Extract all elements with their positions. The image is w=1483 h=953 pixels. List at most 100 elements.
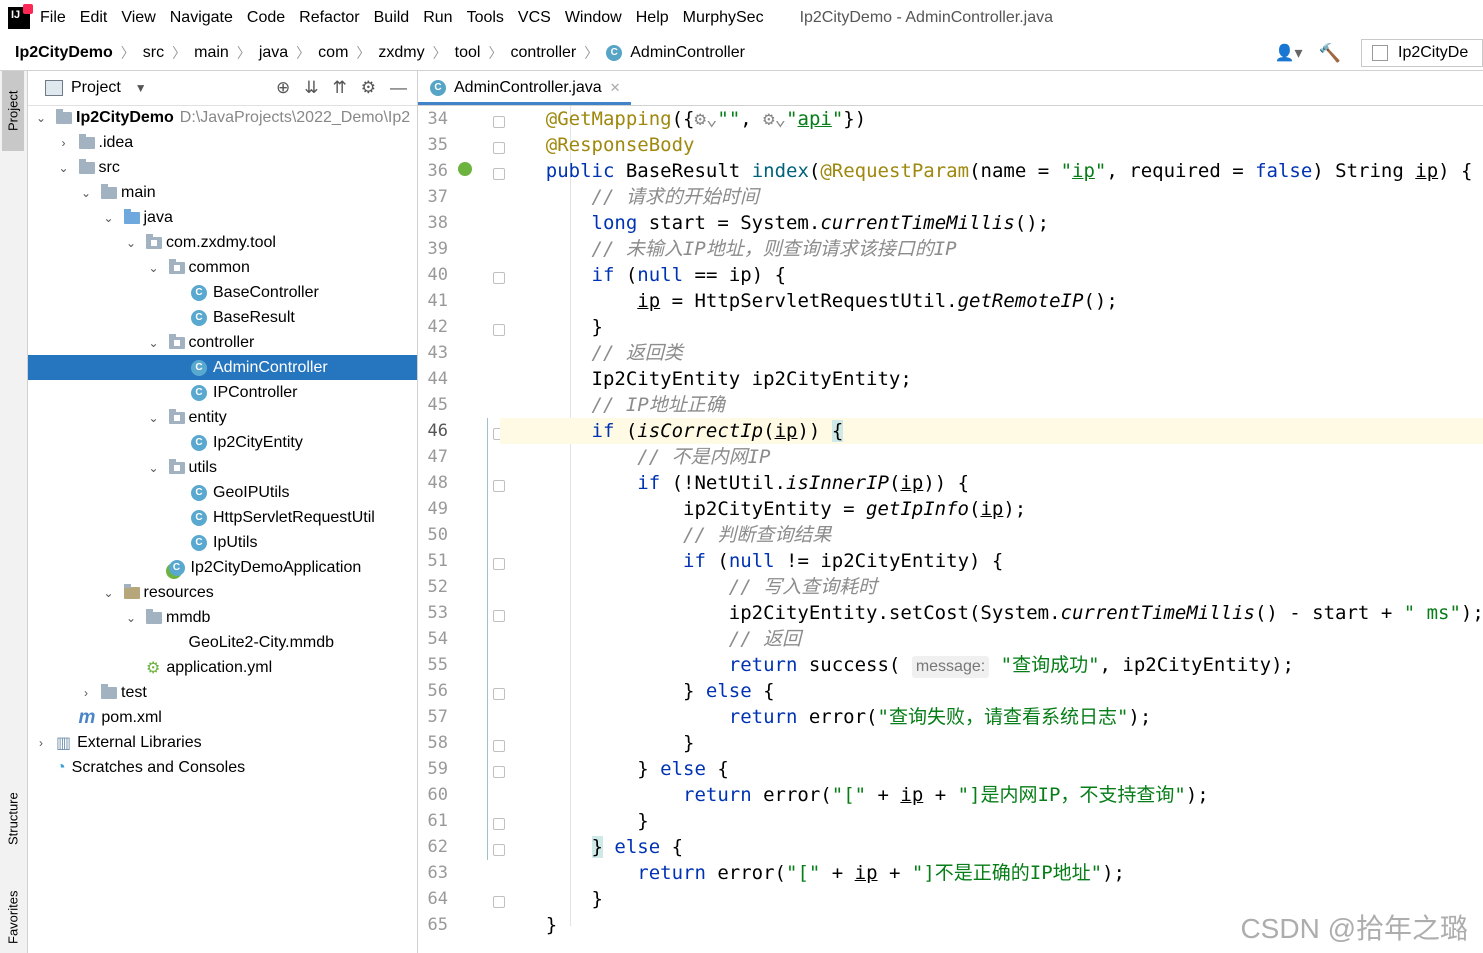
- stripe-tab-project[interactable]: Project: [2, 71, 24, 151]
- tree-item-com-zxdmy-tool[interactable]: ⌄ com.zxdmy.tool: [28, 230, 417, 255]
- breadcrumb-current[interactable]: AdminController: [630, 44, 745, 62]
- tree-item-controller[interactable]: ⌄ controller: [28, 330, 417, 355]
- menu-edit[interactable]: Edit: [80, 9, 108, 27]
- project-view-icon: [45, 80, 63, 96]
- chevron-down-icon[interactable]: ⌄: [147, 461, 161, 475]
- chevron-down-icon[interactable]: ⌄: [79, 186, 93, 200]
- spring-endpoint-icon[interactable]: [458, 162, 472, 176]
- project-root-path: D:\JavaProjects\2022_Demo\Ip2: [179, 108, 411, 126]
- menu-vcs[interactable]: VCS: [518, 9, 551, 27]
- stripe-project-label: Project: [5, 90, 21, 132]
- project-view-select[interactable]: Project: [71, 79, 121, 97]
- stripe-tab-structure[interactable]: Structure: [2, 776, 24, 861]
- tree-item-geolite2-city-mmdb[interactable]: GeoLite2-City.mmdb: [28, 630, 417, 655]
- chevron-down-icon[interactable]: ⌄: [147, 336, 161, 350]
- breadcrumb-controller[interactable]: controller: [510, 44, 576, 62]
- code-line: // 返回: [728, 628, 802, 650]
- breadcrumb-project[interactable]: Ip2CityDemo: [15, 44, 113, 62]
- chevron-down-icon[interactable]: ▼: [135, 81, 147, 95]
- menu-help[interactable]: Help: [636, 9, 669, 27]
- menu-window[interactable]: Window: [565, 9, 622, 27]
- hide-icon[interactable]: —: [390, 78, 407, 98]
- breadcrumb-tool[interactable]: tool: [455, 44, 481, 62]
- chevron-down-icon[interactable]: ⌄: [124, 611, 138, 625]
- tree-item-external-libraries[interactable]: › ▥ External Libraries: [28, 730, 417, 755]
- chevron-down-icon[interactable]: ⌄: [34, 111, 48, 125]
- tree-item-application-yml[interactable]: ⚙ application.yml: [28, 655, 417, 680]
- tree-item-utils[interactable]: ⌄ utils: [28, 455, 417, 480]
- code-line: }: [500, 316, 603, 338]
- run-config-select[interactable]: Ip2CityDe: [1361, 39, 1483, 67]
- tree-item-test[interactable]: › test: [28, 680, 417, 705]
- code-line: @GetMapping({⚙⌄"", ⚙⌄"api"}): [545, 108, 867, 130]
- tree-item-ipcontroller[interactable]: C IPController: [28, 380, 417, 405]
- expand-all-icon[interactable]: ⇊: [304, 78, 318, 98]
- tree-item-baseresult[interactable]: C BaseResult: [28, 305, 417, 330]
- class-icon: C: [191, 509, 207, 526]
- tree-item-label: HttpServletRequestUtil: [213, 508, 375, 526]
- chevron-down-icon[interactable]: ⌄: [102, 586, 116, 600]
- menu-code[interactable]: Code: [247, 9, 285, 27]
- tree-item-mmdb[interactable]: ⌄ mmdb: [28, 605, 417, 630]
- code-line: public BaseResult index(@RequestParam(na…: [545, 160, 1473, 182]
- tree-item-resources[interactable]: ⌄ resources: [28, 580, 417, 605]
- chevron-down-icon[interactable]: ⌄: [147, 411, 161, 425]
- line-number: 50: [427, 525, 448, 545]
- close-icon[interactable]: ✕: [610, 80, 621, 96]
- tree-item-geoiputils[interactable]: C GeoIPUtils: [28, 480, 417, 505]
- tree-item-label: Scratches and Consoles: [71, 758, 246, 776]
- tree-item-main[interactable]: ⌄ main: [28, 180, 417, 205]
- collapse-all-icon[interactable]: ⇈: [333, 78, 347, 98]
- menu-refactor[interactable]: Refactor: [299, 9, 359, 27]
- build-hammer-icon[interactable]: 🔨: [1319, 43, 1341, 64]
- tree-item-ip2citydemo[interactable]: ⌄ Ip2CityDemo D:\JavaProjects\2022_Demo\Ip…: [28, 105, 417, 130]
- tree-item-scratches-and-consoles[interactable]: ◔ Scratches and Consoles: [28, 755, 417, 780]
- breadcrumb-zxdmy[interactable]: zxdmy: [378, 44, 424, 62]
- chevron-down-icon[interactable]: ⌄: [124, 236, 138, 250]
- tab-admincontroller[interactable]: C AdminController.java ✕: [418, 73, 631, 105]
- chevron-down-icon[interactable]: ⌄: [57, 161, 71, 175]
- tree-item-src[interactable]: ⌄ src: [28, 155, 417, 180]
- tree-item-admincontroller[interactable]: C AdminController: [28, 355, 417, 380]
- tree-item-label: External Libraries: [77, 733, 202, 751]
- tree-item-iputils[interactable]: C IpUtils: [28, 530, 417, 555]
- editor: C AdminController.java ✕ 34 35 36 37 38 39 40 4…: [418, 71, 1483, 953]
- tree-item-java[interactable]: ⌄ java: [28, 205, 417, 230]
- menu-build[interactable]: Build: [374, 9, 410, 27]
- line-number: 65: [427, 915, 448, 935]
- tree-item-entity[interactable]: ⌄ entity: [28, 405, 417, 430]
- menu-run[interactable]: Run: [423, 9, 452, 27]
- menu-navigate[interactable]: Navigate: [170, 9, 233, 27]
- menu-file[interactable]: File: [40, 9, 66, 27]
- tree-item-basecontroller[interactable]: C BaseController: [28, 280, 417, 305]
- tree-item-common[interactable]: ⌄ common: [28, 255, 417, 280]
- menu-tools[interactable]: Tools: [467, 9, 504, 27]
- breadcrumb-src[interactable]: src: [143, 44, 164, 62]
- tree-item-ip2cityentity[interactable]: C Ip2CityEntity: [28, 430, 417, 455]
- gear-icon[interactable]: ⚙: [361, 78, 376, 98]
- tree-item-ip2citydemoapplication[interactable]: C Ip2CityDemoApplication: [28, 555, 417, 580]
- menu-view[interactable]: View: [121, 9, 155, 27]
- code-line: // 返回类: [591, 342, 683, 364]
- chevron-down-icon[interactable]: ⌄: [102, 211, 116, 225]
- chevron-right-icon: 〉: [236, 45, 251, 61]
- stripe-tab-favorites[interactable]: Favorites: [2, 881, 24, 953]
- tree-item-pom-xml[interactable]: m pom.xml: [28, 705, 417, 730]
- chevron-right-icon[interactable]: ›: [57, 136, 71, 150]
- menu-murphysec[interactable]: MurphySec: [683, 9, 764, 27]
- breadcrumb-java[interactable]: java: [259, 44, 288, 62]
- chevron-right-icon[interactable]: ›: [79, 686, 93, 700]
- tree-item-httpservletrequestutil[interactable]: C HttpServletRequestUtil: [28, 505, 417, 530]
- folder-icon: [123, 208, 140, 224]
- code-area[interactable]: @GetMapping({⚙⌄"", ⚙⌄"api"}) @ResponseBo…: [500, 106, 1483, 953]
- folder-icon: [78, 158, 95, 174]
- tree-item--idea[interactable]: › .idea: [28, 130, 417, 155]
- user-icon[interactable]: 👤▾: [1275, 43, 1303, 63]
- breadcrumb-main[interactable]: main: [194, 44, 229, 62]
- locate-icon[interactable]: ⊕: [276, 78, 290, 98]
- breadcrumb-com[interactable]: com: [318, 44, 348, 62]
- class-icon: C: [191, 484, 207, 501]
- tree-item-label: controller: [188, 333, 255, 351]
- chevron-down-icon[interactable]: ⌄: [147, 261, 161, 275]
- chevron-right-icon[interactable]: ›: [34, 736, 48, 750]
